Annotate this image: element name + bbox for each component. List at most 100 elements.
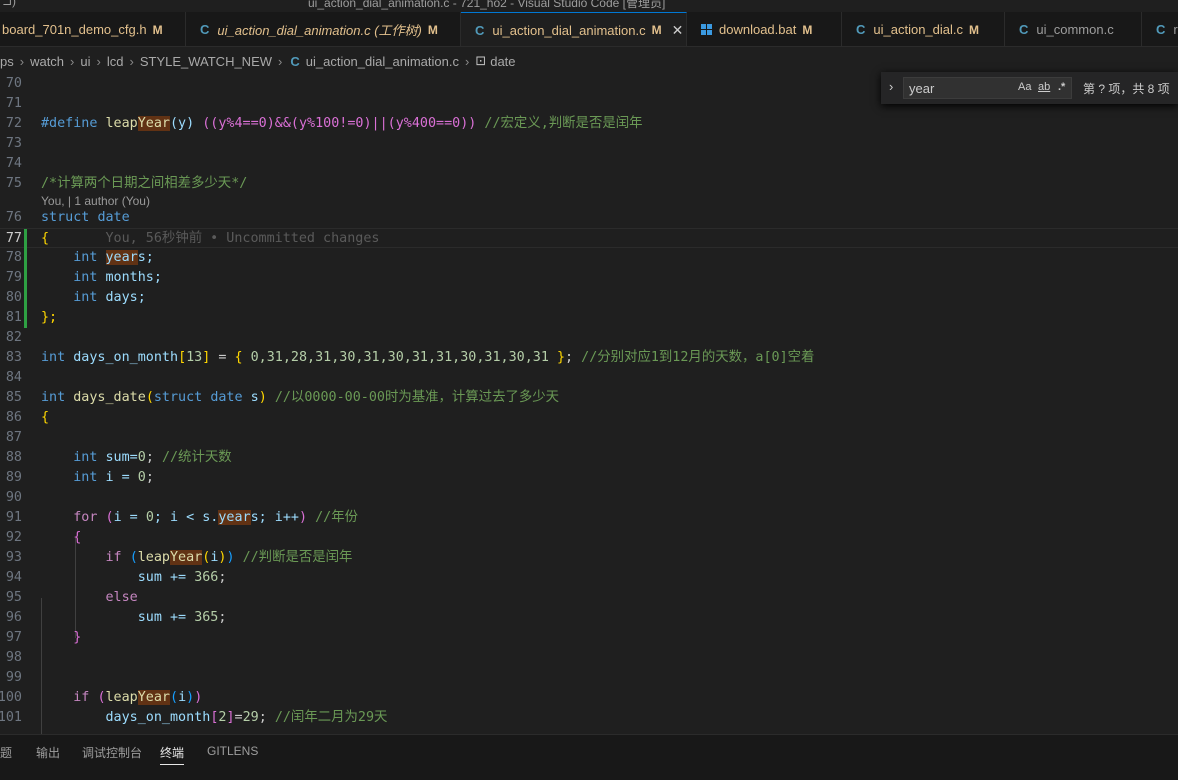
line-number: 87: [5, 430, 22, 445]
code-line: 82: [0, 328, 1178, 348]
line-number: 84: [5, 370, 22, 385]
git-modified-marker: [24, 288, 27, 308]
code-line: 98: [0, 648, 1178, 668]
code-line-current: 77{ You, 56秒钟前 • Uncommitted changes: [0, 228, 1178, 249]
window-icon: ⊐): [2, 0, 17, 8]
code-line: 93 if (leapYear(i)) //判断是否是闰年: [0, 548, 1178, 568]
panel-tab-debug-console[interactable]: 调试控制台: [82, 744, 142, 761]
tab-label: ui_action_dial_animation.c (工作树): [217, 23, 422, 38]
line-number: 98: [5, 650, 22, 665]
line-number: 71: [5, 96, 22, 111]
code-line: 96 sum += 365;: [0, 608, 1178, 628]
modified-badge: M: [427, 22, 438, 37]
chevron-right-icon: ›: [19, 53, 25, 69]
panel-tab-gitlens[interactable]: GITLENS: [207, 744, 258, 758]
git-blame-annotation: You, 56秒钟前 • Uncommitted changes: [105, 231, 380, 246]
code-line: 97 }: [0, 628, 1178, 648]
find-widget: › Aa ab .* 第 ? 项，共 8 项: [881, 72, 1178, 104]
line-number: 100: [0, 690, 22, 705]
code-line: 99: [0, 668, 1178, 688]
code-line: 95 else: [0, 588, 1178, 608]
line-number: 99: [5, 670, 22, 685]
match-case-icon[interactable]: Aa: [1018, 81, 1031, 93]
find-input-box[interactable]: Aa ab .*: [903, 77, 1072, 99]
breadcrumb-item[interactable]: ui: [80, 54, 90, 69]
c-file-icon: C: [856, 22, 866, 37]
codelens-authors[interactable]: You, | 1 author (You): [41, 194, 150, 208]
tab-label: ui_action_dial.c: [873, 22, 964, 37]
line-number: 79: [5, 270, 22, 285]
git-modified-marker: [24, 248, 27, 268]
line-number: 80: [5, 290, 22, 305]
line-number: 82: [5, 330, 22, 345]
code-line: 84: [0, 368, 1178, 388]
line-number: 97: [5, 630, 22, 645]
panel-tab-output[interactable]: 输出: [36, 744, 60, 761]
line-number: 101: [0, 710, 22, 725]
line-number: 85: [5, 390, 22, 405]
code-line: 87: [0, 428, 1178, 448]
line-number: 72: [5, 116, 22, 131]
breadcrumb: ps › watch › ui › lcd › STYLE_WATCH_NEW › C u…: [0, 48, 1178, 74]
tab-common[interactable]: C ui_common.c: [1005, 12, 1142, 46]
tab-download-bat[interactable]: download.bat M: [687, 12, 842, 46]
panel-tab-problems[interactable]: 题: [0, 744, 12, 761]
line-number: 89: [5, 470, 22, 485]
c-file-icon: C: [1156, 22, 1166, 37]
modified-badge: M: [802, 22, 813, 37]
tab-board-cfg[interactable]: board_701n_demo_cfg.h M: [0, 12, 186, 46]
tab-dial-animation-worktree[interactable]: C ui_action_dial_animation.c (工作树) M: [186, 12, 461, 46]
code-line: 79 int months;: [0, 268, 1178, 288]
breadcrumb-item[interactable]: date: [490, 54, 515, 69]
chevron-right-icon: ›: [278, 53, 283, 69]
line-number: 88: [5, 450, 22, 465]
close-icon[interactable]: ✕: [672, 22, 684, 39]
code-line: 101 days_on_month[2]=29; //闰年二月为29天: [0, 708, 1178, 728]
tab-label: r: [1173, 22, 1178, 37]
code-line: 86{: [0, 408, 1178, 428]
code-line: 94 sum += 366;: [0, 568, 1178, 588]
line-number: 76: [5, 210, 22, 225]
breadcrumb-item[interactable]: ui_action_dial_animation.c: [306, 54, 459, 69]
line-number: 70: [5, 76, 22, 91]
match-whole-word-icon[interactable]: ab: [1038, 81, 1050, 93]
line-number: 91: [5, 510, 22, 525]
git-modified-marker: [24, 268, 27, 288]
line-number: 93: [5, 550, 22, 565]
code-line: 85 int days_date(struct date s) //以0000-0…: [0, 388, 1178, 408]
struct-symbol-icon: ⊡: [475, 53, 487, 68]
breadcrumb-item[interactable]: STYLE_WATCH_NEW: [140, 54, 272, 69]
code-line: 80 int days;: [0, 288, 1178, 308]
code-line: 75/*计算两个日期之间相差多少天*/: [0, 174, 1178, 194]
code-line: 83 int days_on_month[13] = { 0,31,28,31,3…: [0, 348, 1178, 368]
find-input[interactable]: [909, 80, 1004, 96]
panel-tab-terminal[interactable]: 终端: [160, 744, 185, 765]
chevron-right-icon[interactable]: ›: [889, 79, 893, 94]
breadcrumb-item[interactable]: lcd: [107, 54, 124, 69]
breadcrumb-item[interactable]: watch: [30, 54, 64, 69]
modified-badge: M: [651, 23, 662, 37]
modified-badge: M: [969, 22, 980, 37]
line-number: 73: [5, 136, 22, 151]
breadcrumb-item[interactable]: ps: [0, 54, 14, 69]
git-modified-marker: [24, 229, 27, 249]
tab-label: board_701n_demo_cfg.h: [2, 22, 147, 37]
code-line: 72 #define leapYear(y) ((y%4==0)&&(y%100!…: [0, 114, 1178, 134]
code-line: 100 if (leapYear(i)): [0, 688, 1178, 708]
code-editor[interactable]: 70 71 72 #define leapYear(y) ((y%4==0)&&(…: [0, 74, 1178, 734]
code-line: 88 int sum=0; //统计天数: [0, 448, 1178, 468]
tab-overflow[interactable]: C r: [1142, 12, 1178, 46]
regex-icon[interactable]: .*: [1058, 81, 1065, 93]
tab-dial-animation[interactable]: C ui_action_dial_animation.c M ✕: [461, 12, 687, 46]
code-line: 73: [0, 134, 1178, 154]
line-number: 95: [5, 590, 22, 605]
tab-dial[interactable]: C ui_action_dial.c M: [842, 12, 1005, 46]
code-line: 76 struct date: [0, 208, 1178, 228]
chevron-right-icon: ›: [96, 53, 101, 69]
c-file-icon: C: [290, 53, 300, 69]
git-modified-marker: [24, 308, 27, 328]
title-bar: ⊐) ui_action_dial_animation.c - 721_ho2 …: [0, 0, 1178, 12]
c-file-icon: C: [1019, 22, 1029, 37]
tab-label: ui_action_dial_animation.c: [492, 22, 646, 38]
code-line: 81};: [0, 308, 1178, 328]
